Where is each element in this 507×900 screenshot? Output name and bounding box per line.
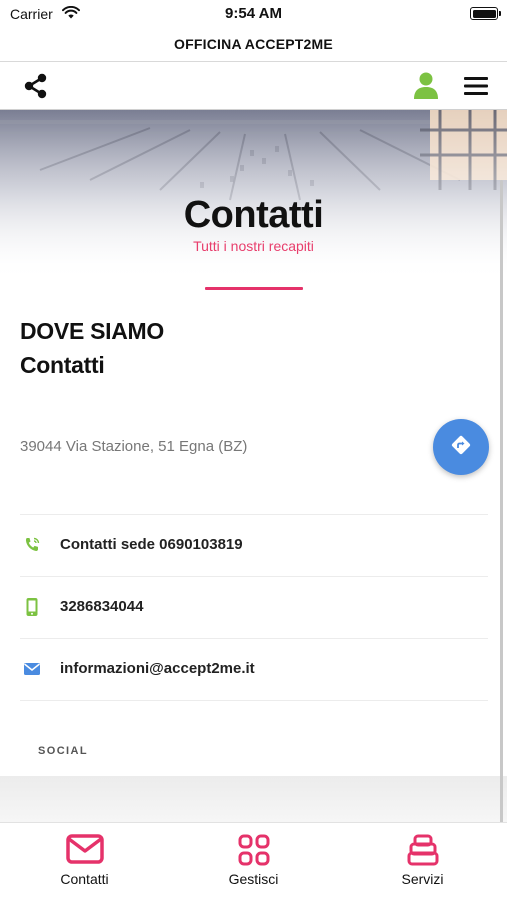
hero-banner: Contatti Tutti i nostri recapiti [0, 110, 507, 280]
grid-icon [237, 833, 271, 867]
envelope-icon [22, 659, 42, 679]
page-title: Contatti [183, 194, 324, 236]
toolbar [0, 62, 507, 110]
section-heading-location: DOVE SIAMO [20, 318, 164, 344]
accent-divider [205, 287, 303, 290]
directions-icon [450, 434, 472, 461]
tab-label: Servizi [401, 871, 444, 887]
app-title: OFFICINA ACCEPT2ME [174, 36, 333, 52]
contact-row-email[interactable]: informazioni@accept2me.it [0, 639, 507, 699]
tab-bar: Contatti Gestisci Servizi [0, 822, 507, 900]
tab-gestisci[interactable]: Gestisci [169, 823, 338, 900]
mobile-phone-icon [22, 597, 42, 617]
social-section-label: SOCIAL [38, 745, 88, 757]
contact-row-mobile[interactable]: 3286834044 [0, 577, 507, 637]
address-text: 39044 Via Stazione, 51 Egna (BZ) [20, 438, 248, 455]
content-footer [0, 776, 507, 822]
stack-icon [406, 833, 440, 867]
status-bar: Carrier 9:54 AM [0, 0, 507, 28]
divider [20, 700, 488, 701]
hamburger-menu-icon[interactable] [462, 74, 490, 98]
tab-contatti[interactable]: Contatti [0, 823, 169, 900]
status-time: 9:54 AM [225, 5, 282, 22]
share-icon[interactable] [22, 72, 50, 100]
contact-email-text: informazioni@accept2me.it [60, 660, 255, 677]
envelope-icon [65, 833, 105, 867]
user-icon[interactable] [412, 71, 440, 101]
tab-label: Gestisci [228, 871, 279, 887]
section-heading-contacts: Contatti [20, 352, 105, 378]
directions-button[interactable] [433, 419, 489, 475]
contact-mobile-text: 3286834044 [60, 598, 144, 615]
tab-label: Contatti [60, 871, 109, 887]
page-subtitle: Tutti i nostri recapiti [193, 238, 314, 254]
contact-row-phone[interactable]: Contatti sede 0690103819 [0, 515, 507, 575]
battery-icon [470, 7, 501, 20]
tab-servizi[interactable]: Servizi [338, 823, 507, 900]
phone-icon [22, 535, 42, 555]
contact-phone-text: Contatti sede 0690103819 [60, 536, 243, 553]
scrollbar[interactable] [500, 180, 503, 828]
